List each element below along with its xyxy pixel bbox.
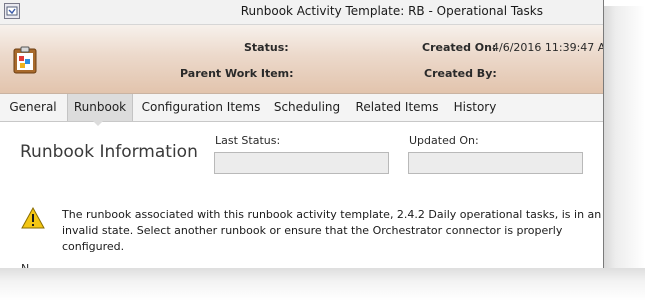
tab-bar: General Runbook Configuration Items Sche… xyxy=(0,94,603,122)
window-title: Runbook Activity Template: RB - Operatio… xyxy=(240,4,543,18)
tab-runbook[interactable]: Runbook xyxy=(67,94,133,121)
parent-work-item-label: Parent Work Item: xyxy=(180,67,294,80)
runbook-template-window: Runbook Activity Template: RB - Operatio… xyxy=(0,0,604,268)
tab-general[interactable]: General xyxy=(4,94,62,121)
created-by-label: Created By: xyxy=(424,67,497,80)
window-shadow-right xyxy=(603,6,645,301)
title-bar: Runbook Activity Template: RB - Operatio… xyxy=(0,0,603,25)
last-status-field[interactable] xyxy=(214,152,389,174)
clipboard-form-icon xyxy=(12,46,38,74)
tab-configuration-items[interactable]: Configuration Items xyxy=(140,94,262,121)
runbook-information-heading: Runbook Information xyxy=(20,142,198,162)
updated-on-field[interactable] xyxy=(408,152,583,174)
last-status-label: Last Status: xyxy=(215,134,281,147)
updated-on-label: Updated On: xyxy=(409,134,479,147)
window-shadow-bottom xyxy=(0,268,645,301)
created-on-value: 4/6/2016 11:39:47 AM xyxy=(492,41,604,54)
truncated-field-label: N xyxy=(21,262,29,268)
tab-related-items[interactable]: Related Items xyxy=(354,94,440,121)
created-on-label: Created On: xyxy=(422,41,497,54)
warning-message: The runbook associated with this runbook… xyxy=(62,208,602,253)
form-header: Status: Parent Work Item: Created On: 4/… xyxy=(0,25,603,94)
tab-scheduling[interactable]: Scheduling xyxy=(270,94,344,121)
warning-icon xyxy=(21,206,45,229)
status-label: Status: xyxy=(244,41,289,54)
active-tab-caret xyxy=(92,120,104,126)
tab-history[interactable]: History xyxy=(448,94,502,121)
